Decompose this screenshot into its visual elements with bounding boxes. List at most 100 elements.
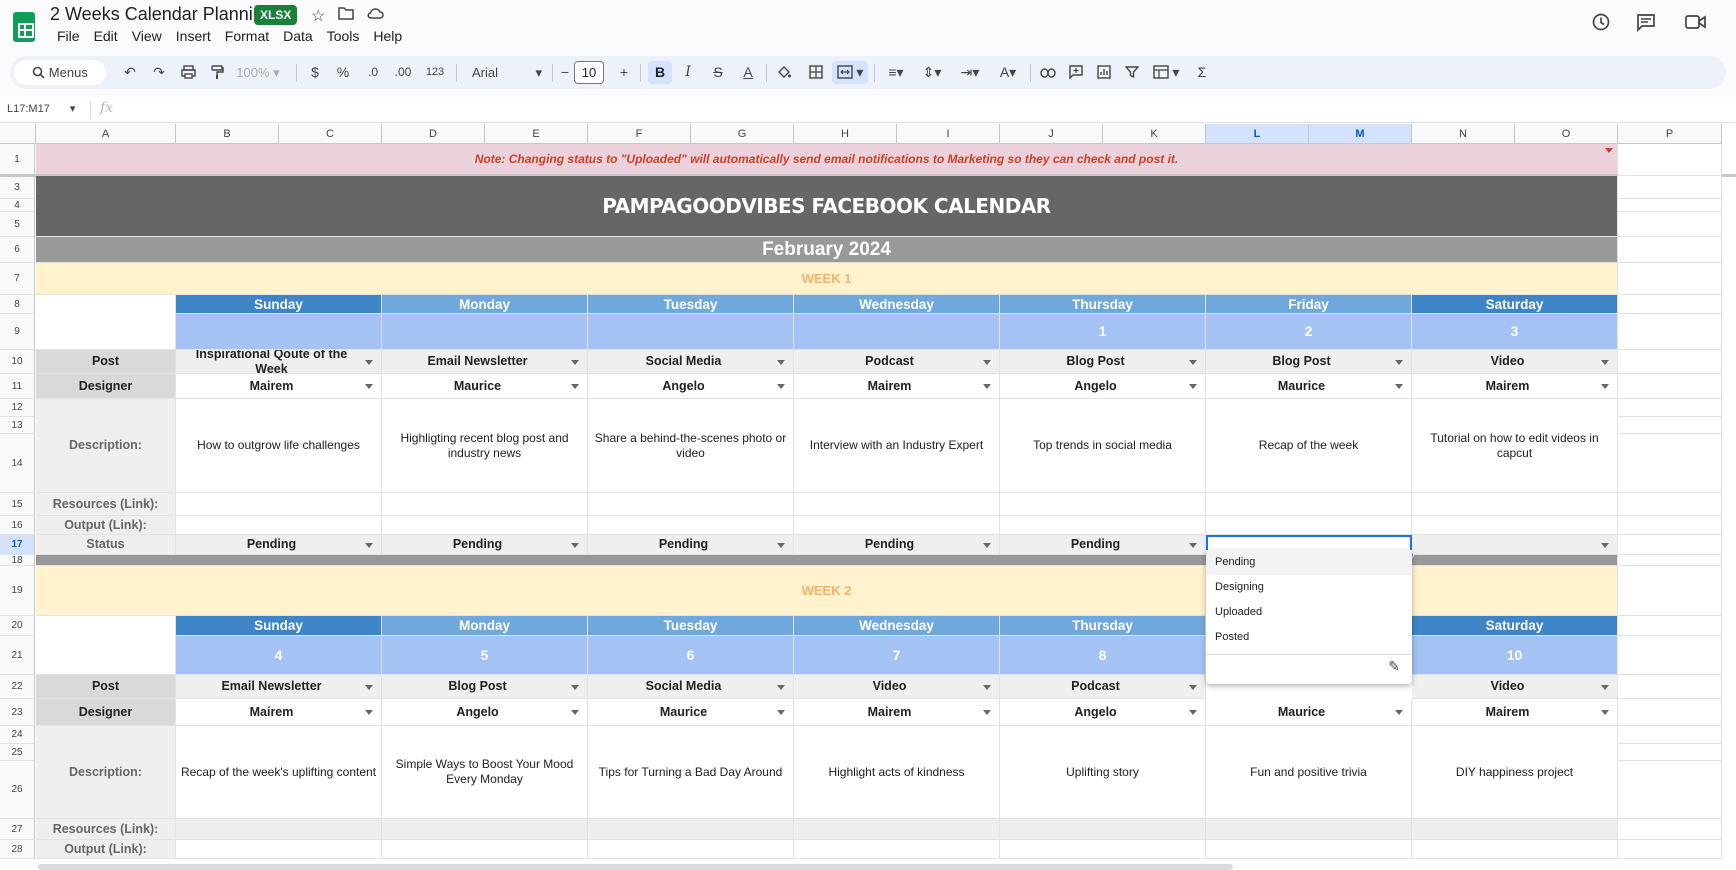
star-icon[interactable]: ☆ [311,6,325,26]
row-header[interactable]: 25 [0,744,35,761]
zoom-select[interactable]: 100% ▾ [232,56,284,89]
date-cell[interactable]: 8 [1000,636,1206,675]
designer-select[interactable]: Angelo [382,699,588,726]
resources-link-cell[interactable] [1206,819,1412,840]
empty-cell[interactable] [1618,675,1722,699]
day-header[interactable]: Sunday [176,616,382,636]
resources-link-cell[interactable] [176,819,382,840]
empty-cell[interactable] [1618,636,1722,675]
empty-cell[interactable] [1618,417,1722,434]
row-header[interactable]: 12 [0,399,35,417]
status-select[interactable] [1412,535,1618,555]
post-type-select[interactable]: Inspirational Qoute of the Week [176,350,382,374]
designer-select[interactable]: Mairem [794,699,1000,726]
bold-button[interactable]: B [648,61,672,84]
column-header[interactable]: L [1206,124,1309,144]
empty-cell[interactable] [1618,555,1722,566]
resources-link-cell[interactable] [1206,493,1412,516]
functions-button[interactable]: Σ [1190,56,1214,89]
font-family-select[interactable]: Arial ▾ [462,56,546,89]
row-header[interactable]: 4 [0,199,35,212]
insert-chart-icon[interactable] [1092,56,1116,89]
column-header[interactable]: C [279,124,382,144]
resources-link-cell[interactable] [794,493,1000,516]
filter-views-icon[interactable]: ▾ [1148,56,1184,89]
search-menus-button[interactable]: Menus [14,60,106,85]
empty-cell[interactable] [1618,493,1722,516]
cloud-status-icon[interactable] [366,6,384,25]
empty-cell[interactable] [1618,199,1722,212]
row-header[interactable]: 8 [0,295,35,314]
text-wrapping-icon[interactable]: ⇥▾ [952,56,988,89]
post-type-select[interactable]: Video [1412,675,1618,699]
status-select[interactable]: Pending [588,535,794,555]
currency-format-button[interactable]: $ [306,56,324,89]
column-header[interactable]: K [1103,124,1206,144]
row-header[interactable]: 11 [0,374,35,399]
description-cell[interactable]: How to outgrow life challenges [176,399,382,493]
insert-comment-icon[interactable] [1064,56,1088,89]
row-header[interactable]: 23 [0,699,35,726]
text-rotation-icon[interactable]: A▾ [992,56,1024,89]
horizontal-scrollbar[interactable] [38,864,1233,870]
empty-cell[interactable] [1618,699,1722,726]
month-title[interactable]: February 2024 [36,237,1618,263]
column-header[interactable]: N [1412,124,1515,144]
post-type-select[interactable]: Blog Post [382,675,588,699]
row-header[interactable]: 13 [0,417,35,434]
empty-cell[interactable] [1618,761,1722,819]
empty-cell[interactable] [1618,314,1722,350]
fill-color-icon[interactable] [772,56,796,89]
output-link-cell[interactable] [176,516,382,535]
description-cell[interactable]: Simple Ways to Boost Your Mood Every Mon… [382,726,588,819]
sheets-logo-icon[interactable] [13,12,35,42]
empty-cell[interactable] [1618,176,1722,199]
resources-link-cell[interactable] [176,493,382,516]
menu-edit[interactable]: Edit [87,28,125,44]
calendar-banner[interactable]: PAMPAGOODVIBES FACEBOOK CALENDAR [36,176,1618,237]
day-header[interactable]: Wednesday [794,616,1000,636]
row-header[interactable]: 18 [0,555,35,566]
menu-view[interactable]: View [125,28,169,44]
description-cell[interactable]: Share a behind-the-scenes photo or video [588,399,794,493]
empty-cell[interactable] [1618,840,1722,859]
row-header[interactable]: 24 [0,726,35,744]
row-header[interactable]: 6 [0,237,35,263]
post-type-select[interactable]: Video [794,675,1000,699]
day-header[interactable]: Sunday [176,295,382,314]
description-cell[interactable]: Recap of the week's uplifting content [176,726,382,819]
row-header[interactable]: 26 [0,761,35,819]
status-select[interactable]: Pending [176,535,382,555]
font-size-input[interactable]: 10 [574,61,604,84]
sheet-grid[interactable]: A B C D E F G H I J K L M N O P 1 3 4 5 6 7 8 9 10 11 12 13 14 15 16 17… [0,124,1736,870]
designer-select[interactable]: Angelo [1000,374,1206,399]
date-cell[interactable]: 1 [1000,314,1206,350]
increase-font-size-icon[interactable]: + [616,56,632,89]
row-header[interactable]: 21 [0,636,35,675]
description-cell[interactable]: Fun and positive trivia [1206,726,1412,819]
empty-cell[interactable] [1618,212,1722,237]
column-header[interactable]: E [485,124,588,144]
designer-select[interactable]: Maurice [1206,699,1412,726]
designer-select[interactable]: Mairem [1412,374,1618,399]
resources-link-cell[interactable] [1412,819,1618,840]
borders-icon[interactable] [804,56,828,89]
decrease-decimal-button[interactable]: .0 [362,56,384,89]
date-cell[interactable]: 3 [1412,314,1618,350]
empty-cell[interactable] [1618,726,1722,744]
date-cell[interactable]: 6 [588,636,794,675]
row-header[interactable]: 28 [0,840,35,859]
description-cell[interactable]: Tips for Turning a Bad Day Around [588,726,794,819]
vertical-align-icon[interactable]: ⇕▾ [916,56,948,89]
empty-cell[interactable] [1618,237,1722,263]
column-header[interactable]: A [36,124,176,144]
comments-icon[interactable] [1636,12,1656,38]
horizontal-align-icon[interactable]: ≡▾ [880,56,912,89]
number-format-button[interactable]: 123 [422,56,448,89]
status-option-uploaded[interactable]: Uploaded [1206,600,1412,625]
output-link-cell[interactable] [588,516,794,535]
day-header[interactable]: Wednesday [794,295,1000,314]
row-header[interactable]: 7 [0,263,35,295]
description-cell[interactable]: Highlight acts of kindness [794,726,1000,819]
designer-select[interactable]: Mairem [794,374,1000,399]
